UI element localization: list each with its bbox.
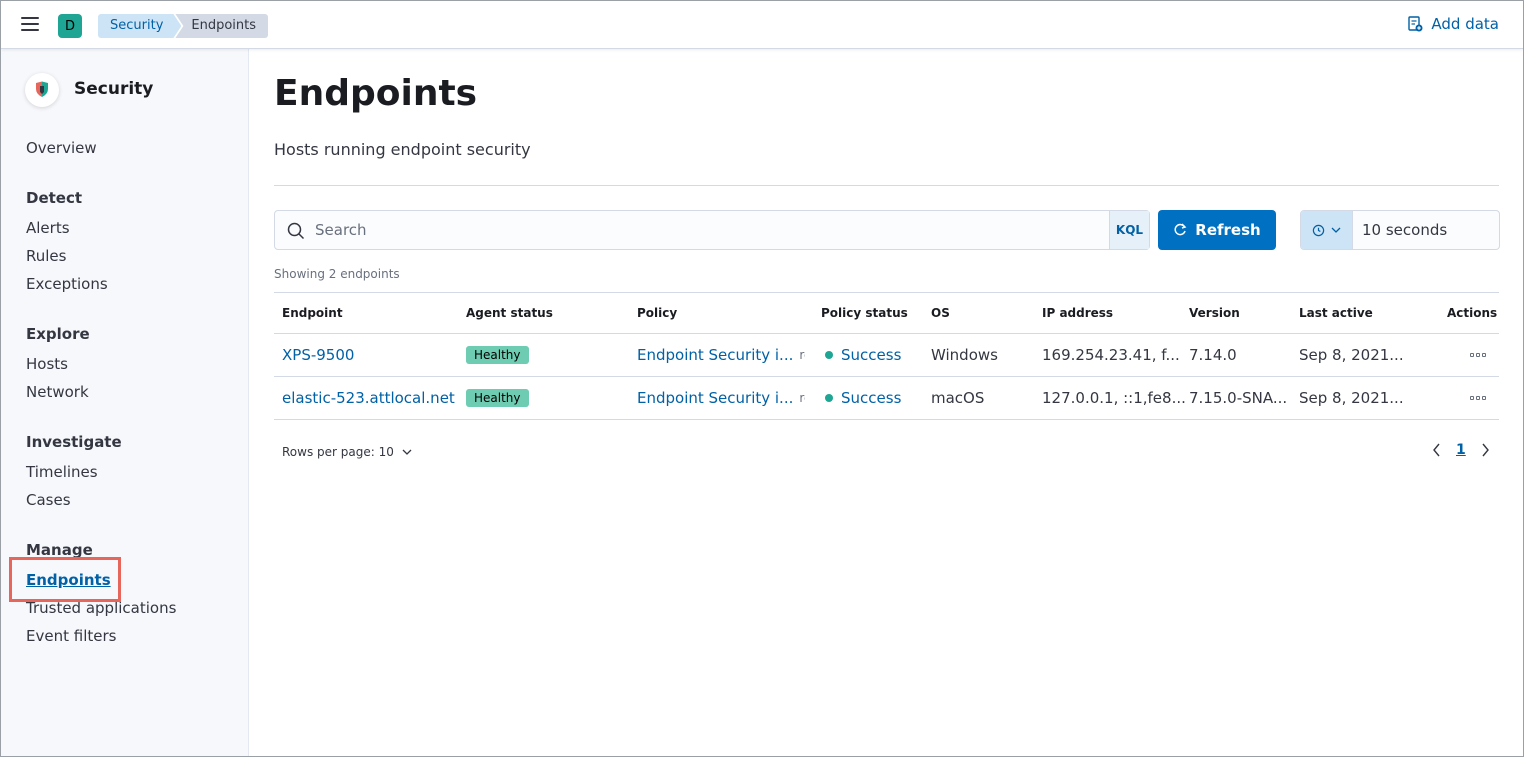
top-header: D Security Endpoints Add data bbox=[1, 1, 1523, 49]
sidebar-item-cases[interactable]: Cases bbox=[26, 491, 71, 509]
sidebar-group-investigate: Investigate bbox=[26, 433, 122, 451]
sidebar-group-explore: Explore bbox=[26, 325, 90, 343]
rows-per-page-label: Rows per page: 10 bbox=[282, 445, 394, 459]
search-input[interactable] bbox=[315, 211, 1105, 249]
actions-menu-icon[interactable] bbox=[1470, 353, 1486, 357]
table-header-row: Endpoint Agent status Policy Policy stat… bbox=[274, 292, 1499, 334]
breadcrumb-security[interactable]: Security bbox=[98, 14, 181, 38]
divider bbox=[274, 185, 1499, 186]
sidebar: Security Overview Detect Alerts Rules Ex… bbox=[1, 49, 249, 756]
page-number[interactable]: 1 bbox=[1456, 442, 1466, 458]
page-subtitle: Hosts running endpoint security bbox=[274, 140, 531, 159]
sidebar-title: Security bbox=[74, 79, 154, 99]
highlight-annotation bbox=[9, 557, 121, 602]
column-header-last-active[interactable]: Last active bbox=[1299, 293, 1373, 333]
showing-count: Showing 2 endpoints bbox=[274, 267, 400, 281]
add-data-link[interactable]: Add data bbox=[1407, 15, 1499, 33]
table-row: XPS-9500 Healthy Endpoint Security i... … bbox=[274, 334, 1499, 377]
refresh-label: Refresh bbox=[1195, 221, 1261, 239]
add-data-label: Add data bbox=[1431, 15, 1499, 33]
breadcrumb: Security Endpoints bbox=[98, 14, 269, 38]
refresh-interval-picker: 10 seconds bbox=[1300, 210, 1500, 250]
status-dot-icon bbox=[825, 394, 833, 402]
table-row: elastic-523.attlocal.net Healthy Endpoin… bbox=[274, 377, 1499, 420]
sidebar-item-rules[interactable]: Rules bbox=[26, 247, 66, 265]
sidebar-group-detect: Detect bbox=[26, 189, 83, 207]
sidebar-item-hosts[interactable]: Hosts bbox=[26, 355, 68, 373]
interval-toggle[interactable] bbox=[1301, 211, 1353, 249]
main-content: Endpoints Hosts running endpoint securit… bbox=[250, 49, 1523, 756]
rows-per-page-selector[interactable]: Rows per page: 10 bbox=[282, 445, 412, 459]
refresh-button[interactable]: Refresh bbox=[1158, 210, 1276, 250]
refresh-icon bbox=[1174, 223, 1187, 236]
column-header-version[interactable]: Version bbox=[1189, 293, 1240, 333]
chevron-down-icon bbox=[402, 449, 412, 455]
column-header-agent-status[interactable]: Agent status bbox=[466, 293, 553, 333]
column-header-os[interactable]: OS bbox=[931, 293, 950, 333]
chevron-right-icon[interactable] bbox=[1480, 443, 1490, 457]
os-value: Windows bbox=[931, 346, 998, 364]
chevron-down-icon bbox=[1331, 227, 1341, 233]
clock-icon bbox=[1312, 224, 1325, 236]
policy-status-link[interactable]: Success bbox=[841, 346, 901, 364]
version-value: 7.15.0-SNA... bbox=[1189, 389, 1288, 407]
version-value: 7.14.0 bbox=[1189, 346, 1237, 364]
column-header-policy-status[interactable]: Policy status bbox=[821, 293, 908, 333]
agent-status-badge: Healthy bbox=[466, 389, 529, 407]
column-header-ip-address[interactable]: IP address bbox=[1042, 293, 1113, 333]
pagination: 1 bbox=[1432, 442, 1490, 458]
agent-status-badge: Healthy bbox=[466, 346, 529, 364]
endpoints-table: Endpoint Agent status Policy Policy stat… bbox=[274, 292, 1499, 420]
policy-rev: rev bbox=[799, 391, 805, 405]
policy-link[interactable]: Endpoint Security i... bbox=[637, 346, 793, 364]
page-title: Endpoints bbox=[274, 73, 478, 114]
ip-value: 127.0.0.1, ::1,fe8... bbox=[1042, 389, 1186, 407]
column-header-actions: Actions bbox=[1447, 306, 1498, 320]
policy-rev: rev bbox=[799, 348, 805, 362]
search-icon bbox=[287, 222, 305, 240]
breadcrumb-endpoints: Endpoints bbox=[175, 14, 269, 38]
ip-value: 169.254.23.41, f... bbox=[1042, 346, 1180, 364]
policy-link[interactable]: Endpoint Security i... bbox=[637, 389, 793, 407]
endpoint-link[interactable]: XPS-9500 bbox=[282, 334, 354, 376]
policy-status-link[interactable]: Success bbox=[841, 389, 901, 407]
last-active-value: Sep 8, 2021... bbox=[1299, 389, 1404, 407]
sidebar-item-overview[interactable]: Overview bbox=[26, 139, 97, 157]
column-header-endpoint[interactable]: Endpoint bbox=[282, 293, 343, 333]
sidebar-item-timelines[interactable]: Timelines bbox=[26, 463, 98, 481]
chevron-left-icon[interactable] bbox=[1432, 443, 1442, 457]
sidebar-item-event-filters[interactable]: Event filters bbox=[26, 627, 116, 645]
app-window: D Security Endpoints Add data Security O… bbox=[0, 0, 1524, 757]
space-avatar[interactable]: D bbox=[58, 14, 82, 38]
sidebar-item-exceptions[interactable]: Exceptions bbox=[26, 275, 108, 293]
security-logo-icon bbox=[25, 73, 59, 107]
search-bar: KQL bbox=[274, 210, 1150, 250]
sidebar-item-network[interactable]: Network bbox=[26, 383, 89, 401]
sidebar-item-alerts[interactable]: Alerts bbox=[26, 219, 70, 237]
kql-toggle[interactable]: KQL bbox=[1109, 211, 1149, 249]
actions-menu-icon[interactable] bbox=[1470, 396, 1486, 400]
add-data-icon bbox=[1408, 16, 1423, 32]
menu-icon[interactable] bbox=[21, 17, 39, 31]
endpoint-link[interactable]: elastic-523.attlocal.net bbox=[282, 377, 455, 419]
status-dot-icon bbox=[825, 351, 833, 359]
os-value: macOS bbox=[931, 389, 985, 407]
interval-value[interactable]: 10 seconds bbox=[1362, 221, 1447, 239]
last-active-value: Sep 8, 2021... bbox=[1299, 346, 1404, 364]
column-header-policy[interactable]: Policy bbox=[637, 293, 677, 333]
